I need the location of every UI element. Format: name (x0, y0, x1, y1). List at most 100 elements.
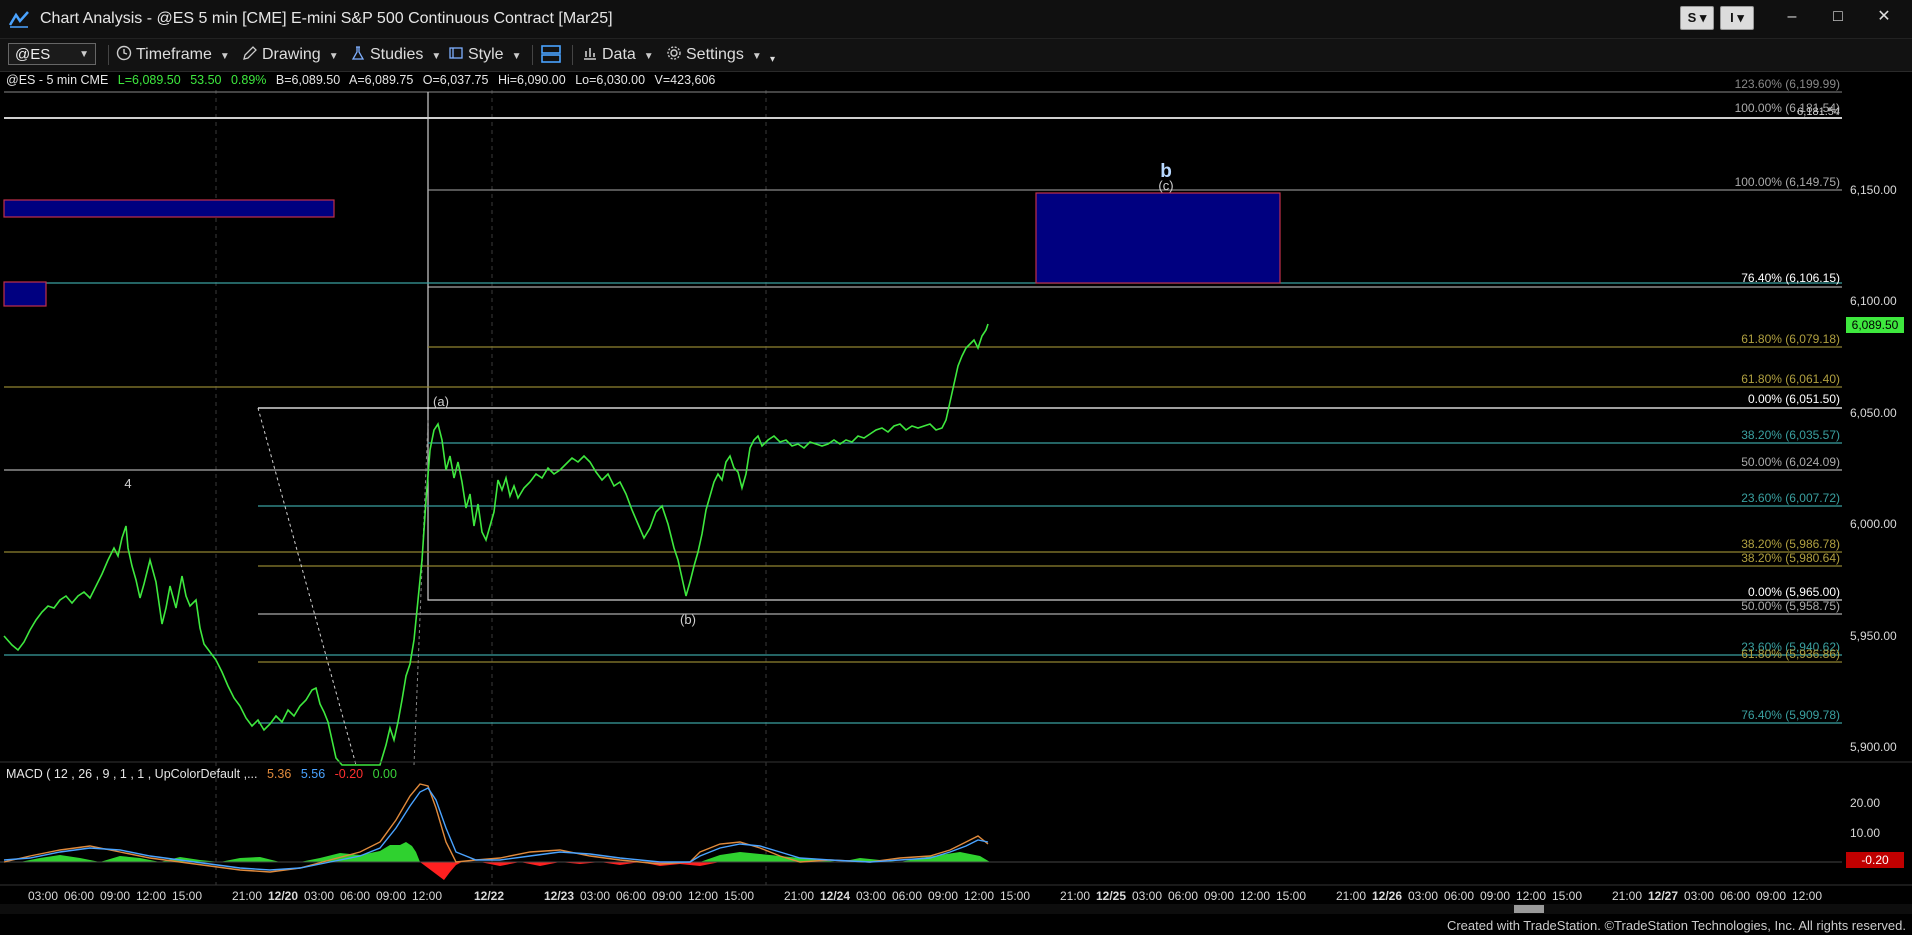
macd-line (3, 783, 989, 873)
bid-price: B=6,089.50 (276, 73, 340, 87)
last-price: L=6,089.50 (118, 73, 181, 87)
price-series-line (3, 323, 989, 766)
fib-label: 23.60% (6,007.72) (1741, 491, 1840, 505)
maximize-button[interactable]: □ (1818, 6, 1858, 28)
pencil-icon (243, 46, 257, 60)
svg-text:@ES - 5 min CME L=6,089.5: @ES - 5 min CME L=6,089.50 53.50 0.89% B… (6, 73, 715, 87)
target-zone-wave-c[interactable] (1035, 192, 1281, 284)
fib-label: 61.80% (6,061.40) (1741, 372, 1840, 386)
fib-frame (427, 92, 1842, 601)
timeframe-menu[interactable]: Timeframe ▼ (116, 44, 230, 66)
resistance-zone-left-top[interactable] (3, 199, 335, 218)
macd-axis-label: 10.00 (1850, 826, 1880, 840)
svg-text:21:00: 21:00 (1336, 889, 1366, 903)
macd-axis-label: 20.00 (1850, 796, 1880, 810)
macd-diff-value: -0.20 (335, 767, 364, 781)
toolbar-overflow-icon[interactable]: ▾ (770, 49, 775, 71)
svg-text:03:00: 03:00 (1684, 889, 1714, 903)
style-icon (449, 47, 463, 59)
macd-value: 5.36 (267, 767, 291, 781)
layout-button[interactable] (540, 44, 566, 66)
volume: V=423,606 (655, 73, 716, 87)
svg-text:12/22: 12/22 (474, 889, 504, 903)
svg-text:21:00: 21:00 (1060, 889, 1090, 903)
horizontal-scrollbar-track[interactable] (0, 904, 1912, 914)
studies-menu[interactable]: Studies ▼ (350, 44, 441, 66)
style-menu[interactable]: Style ▼ (448, 44, 521, 66)
s-button[interactable]: S ▾ (1680, 6, 1714, 30)
svg-text:06:00: 06:00 (1168, 889, 1198, 903)
svg-text:15:00: 15:00 (1000, 889, 1030, 903)
fib-label: 76.40% (5,909.78) (1741, 708, 1840, 722)
clock-icon (116, 45, 132, 61)
symbol-input[interactable]: @ES ▼ (8, 43, 96, 65)
close-button[interactable]: ✕ (1864, 6, 1904, 28)
bar-chart-icon (584, 48, 596, 60)
svg-text:09:00: 09:00 (376, 889, 406, 903)
svg-text:09:00: 09:00 (100, 889, 130, 903)
svg-text:12/24: 12/24 (820, 889, 850, 903)
trend-line[interactable] (257, 407, 357, 766)
svg-text:06:00: 06:00 (340, 889, 370, 903)
price-axis-label: 6,100.00 (1850, 294, 1897, 308)
net-change: 53.50 (190, 73, 221, 87)
price-axis-label: 6,000.00 (1850, 517, 1897, 531)
svg-text:12:00: 12:00 (1240, 889, 1270, 903)
flask-icon (351, 46, 365, 60)
pct-change: 0.89% (231, 73, 266, 87)
svg-text:12:00: 12:00 (136, 889, 166, 903)
svg-text:03:00: 03:00 (28, 889, 58, 903)
svg-text:09:00: 09:00 (1204, 889, 1234, 903)
wave-label-4: 4 (124, 476, 131, 491)
title-bar: Chart Analysis - @ES 5 min [CME] E-mini … (0, 0, 1912, 39)
svg-text:12:00: 12:00 (688, 889, 718, 903)
fib-label: 100.00% (6,149.75) (1735, 175, 1840, 189)
wave-label-a: (a) (433, 394, 449, 409)
fib-label: 76.40% (6,106.15) (1741, 271, 1840, 285)
i-button[interactable]: I ▾ (1720, 6, 1754, 30)
fib-label: 50.00% (6,024.09) (1741, 455, 1840, 469)
copyright-credit: Created with TradeStation. ©TradeStation… (1446, 918, 1906, 933)
top-price-marker: 6,181.54 (1797, 106, 1840, 118)
svg-text:15:00: 15:00 (172, 889, 202, 903)
svg-text:03:00: 03:00 (1408, 889, 1438, 903)
svg-text:12:00: 12:00 (1792, 889, 1822, 903)
svg-text:12/27: 12/27 (1648, 889, 1678, 903)
svg-text:03:00: 03:00 (580, 889, 610, 903)
horizontal-scrollbar-thumb[interactable] (1514, 905, 1544, 913)
svg-text:MACD ( 12 , 26 , 9 , 1 , 1 , U: MACD ( 12 , 26 , 9 , 1 , 1 , UpColorDefa… (6, 767, 397, 781)
data-menu[interactable]: Data ▼ (582, 44, 654, 66)
svg-text:12:00: 12:00 (964, 889, 994, 903)
gear-icon (667, 46, 681, 60)
settings-menu[interactable]: Settings ▼ (666, 44, 762, 66)
macd-zero-value: 0.00 (373, 767, 397, 781)
svg-text:12:00: 12:00 (1516, 889, 1546, 903)
svg-text:21:00: 21:00 (784, 889, 814, 903)
svg-text:06:00: 06:00 (616, 889, 646, 903)
macd-label: MACD ( 12 , 26 , 9 , 1 , 1 , UpColorDefa… (6, 767, 258, 781)
svg-text:12/23: 12/23 (544, 889, 574, 903)
svg-text:09:00: 09:00 (1756, 889, 1786, 903)
fib-label: 0.00% (6,051.50) (1748, 392, 1840, 406)
svg-text:15:00: 15:00 (1552, 889, 1582, 903)
price-axis-label: 6,150.00 (1850, 183, 1897, 197)
svg-text:03:00: 03:00 (1132, 889, 1162, 903)
svg-text:03:00: 03:00 (304, 889, 334, 903)
fib-label: 38.20% (5,980.64) (1741, 551, 1840, 565)
price-axis-label: 6,050.00 (1850, 406, 1897, 420)
wave-label-b-small: (b) (680, 612, 696, 627)
current-price-label: 6,089.50 (1852, 318, 1899, 332)
trend-line-2[interactable] (413, 419, 429, 766)
drawing-menu[interactable]: Drawing ▼ (242, 44, 339, 66)
svg-text:06:00: 06:00 (892, 889, 922, 903)
fib-label: 38.20% (5,986.78) (1741, 537, 1840, 551)
chart-toolbar: @ES ▼ Timeframe ▼ Drawing ▼ Studies ▼ Style ▼… (0, 39, 1912, 72)
toolbar-separator (572, 45, 573, 65)
price-chart[interactable]: @ES - 5 min CME L=6,089.50 53.50 0.89% B… (0, 72, 1912, 935)
resistance-zone-left[interactable] (3, 281, 47, 307)
svg-text:12:00: 12:00 (412, 889, 442, 903)
wave-label-c: (c) (1158, 178, 1173, 193)
svg-text:15:00: 15:00 (1276, 889, 1306, 903)
fib-label-top: 123.60% (6,199.99) (1735, 77, 1840, 91)
minimize-button[interactable]: – (1772, 6, 1812, 28)
